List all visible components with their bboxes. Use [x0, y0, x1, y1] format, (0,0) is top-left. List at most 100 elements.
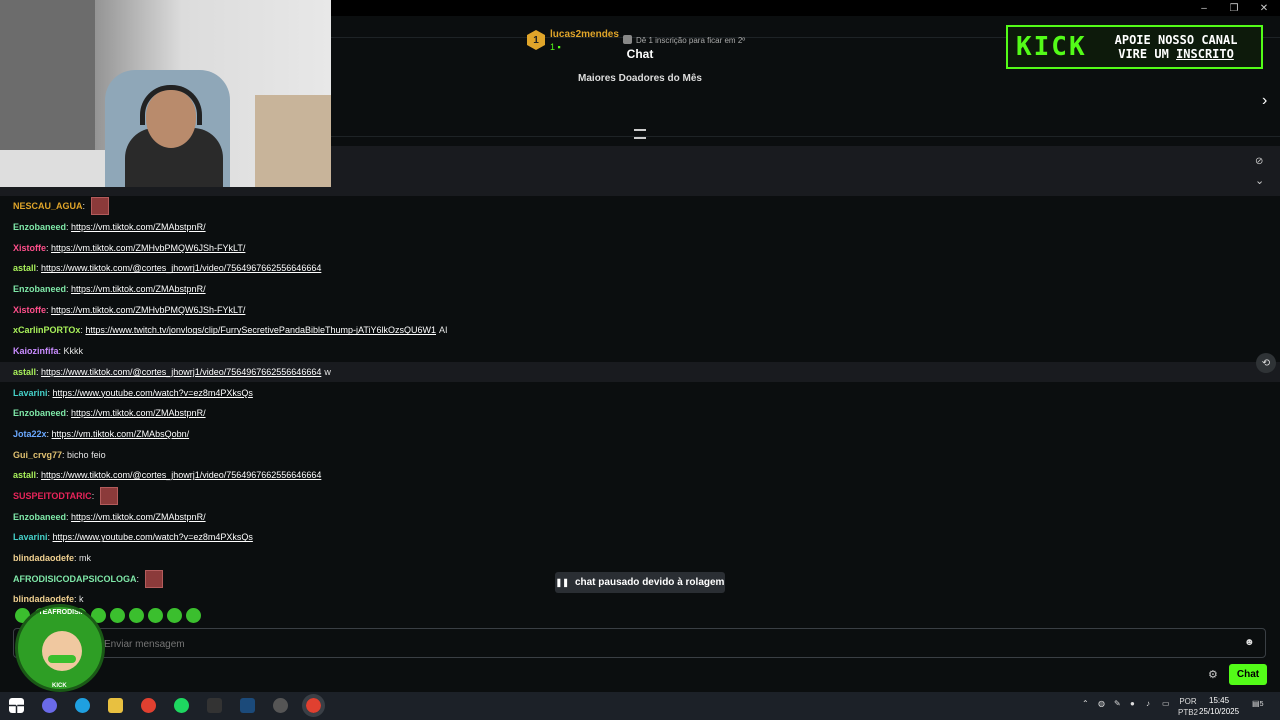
chat-username[interactable]: Gui_crvg77 [13, 450, 62, 460]
mic-icon[interactable]: ● [1130, 699, 1135, 708]
chat-username[interactable]: astall [13, 263, 36, 273]
network-icon[interactable]: ▭ [1162, 699, 1170, 708]
chat-link[interactable]: https://www.youtube.com/watch?v=ez8m4PXk… [53, 388, 253, 398]
chat-link[interactable]: https://vm.tiktok.com/ZMAbstpnR/ [71, 408, 206, 418]
chat-link[interactable]: https://www.youtube.com/watch?v=ez8m4PXk… [53, 532, 253, 542]
chat-username[interactable]: Xistoffe [13, 243, 46, 253]
chat-text: AI [439, 325, 448, 336]
chrome-icon[interactable] [141, 698, 156, 713]
chat-username[interactable]: astall [13, 367, 36, 377]
chat-link[interactable]: https://vm.tiktok.com/ZMAbsQobn/ [52, 429, 190, 439]
copilot-icon[interactable] [42, 698, 57, 713]
chat-message[interactable]: Xistoffe: https://vm.tiktok.com/ZMHvbPMQ… [0, 237, 1280, 258]
chat-message[interactable]: Enzobaneed: https://vm.tiktok.com/ZMAbst… [0, 506, 1280, 527]
chat-messages[interactable]: NESCAU_AGUA: Enzobaneed: https://vm.tikt… [0, 196, 1280, 602]
banner-line2: VIRE UM INSCRITO [1115, 47, 1238, 61]
chat-input[interactable] [104, 636, 1204, 652]
restore-button[interactable]: ❐ [1218, 0, 1250, 16]
chat-username[interactable]: SUSPEITODTARIC [13, 491, 92, 501]
emote-icon[interactable] [148, 608, 163, 623]
emote-icon[interactable] [167, 608, 182, 623]
epic-games-icon[interactable] [207, 698, 222, 713]
chat-link[interactable]: https://www.tiktok.com/@cortes_jhowrj1/v… [41, 367, 321, 377]
chat-username[interactable]: blindadaodefe [13, 553, 74, 563]
chat-message[interactable]: Lavarini: https://www.youtube.com/watch?… [0, 527, 1280, 548]
chat-link[interactable]: https://www.tiktok.com/@cortes_jhowrj1/v… [41, 470, 321, 480]
chat-emote [99, 486, 118, 505]
chat-username[interactable]: Lavarini [13, 388, 48, 398]
chat-message[interactable]: NESCAU_AGUA: [0, 196, 1280, 217]
chat-separator: : [136, 573, 142, 584]
chat-username[interactable]: Enzobaneed [13, 284, 66, 294]
steam-icon[interactable] [240, 698, 255, 713]
donor-name[interactable]: lucas2mendes [550, 29, 619, 40]
chat-username[interactable]: Kaiozinfifa [13, 346, 59, 356]
chat-link[interactable]: https://vm.tiktok.com/ZMAbstpnR/ [71, 512, 206, 522]
edge-icon[interactable] [75, 698, 90, 713]
spotify-icon[interactable] [174, 698, 189, 713]
chat-link[interactable]: https://www.tiktok.com/@cortes_jhowrj1/v… [41, 263, 321, 273]
chat-message[interactable]: astall: https://www.tiktok.com/@cortes_j… [0, 465, 1280, 486]
chat-message[interactable]: Enzobaneed: https://vm.tiktok.com/ZMAbst… [0, 279, 1280, 300]
chat-message[interactable]: Enzobaneed: https://vm.tiktok.com/ZMAbst… [0, 403, 1280, 424]
chat-message[interactable]: Xistoffe: https://vm.tiktok.com/ZMHvbPMQ… [0, 299, 1280, 320]
scroll-to-bottom-icon[interactable]: ⟲ [1256, 353, 1276, 373]
chat-username[interactable]: NESCAU_AGUA [13, 201, 83, 211]
chat-message[interactable]: astall: https://www.tiktok.com/@cortes_j… [0, 258, 1280, 279]
emote-icon[interactable] [110, 608, 125, 623]
clock[interactable]: 15:45 25/10/2025 [1199, 695, 1239, 717]
speaker-icon[interactable]: ♪ [1146, 699, 1150, 708]
donor-hint-text: Dê 1 inscrição para ficar em 2º [636, 36, 746, 45]
chat-username[interactable]: xCarlinPORTOx [13, 325, 80, 335]
chat-link[interactable]: https://vm.tiktok.com/ZMAbstpnR/ [71, 222, 206, 232]
pen-icon[interactable]: ✎ [1114, 699, 1121, 708]
chat-username[interactable]: Xistoffe [13, 305, 46, 315]
chat-username[interactable]: astall [13, 470, 36, 480]
chat-message[interactable]: Gui_crvg77: bicho feio [0, 444, 1280, 465]
emote-icon[interactable] [129, 608, 144, 623]
chat-username[interactable]: Enzobaneed [13, 512, 66, 522]
hide-pinned-icon[interactable]: ⊘ [1255, 156, 1263, 167]
chat-link[interactable]: https://vm.tiktok.com/ZMHvbPMQW6JSh-FYkL… [51, 305, 245, 315]
chat-message[interactable]: Lavarini: https://www.youtube.com/watch?… [0, 382, 1280, 403]
chat-message[interactable]: blindadaodefe: mk [0, 548, 1280, 569]
chrome-active-icon[interactable] [302, 694, 325, 717]
chat-link[interactable]: https://vm.tiktok.com/ZMAbstpnR/ [71, 284, 206, 294]
banner-line2a: VIRE UM [1118, 47, 1169, 61]
chat-message[interactable]: Jota22x: https://vm.tiktok.com/ZMAbsQobn… [0, 424, 1280, 445]
banner-line1: APOIE NOSSO CANAL [1114, 33, 1238, 47]
chat-link[interactable]: https://www.twitch.tv/jonvlogs/clip/Furr… [85, 325, 436, 335]
notification-icon[interactable]: ▤5 [1252, 699, 1263, 708]
emote-icon[interactable] [186, 608, 201, 623]
chat-message[interactable]: SUSPEITODTARIC: [0, 486, 1280, 507]
chevron-right-icon[interactable]: › [1262, 92, 1267, 110]
chat-message[interactable]: Kaiozinfifa: Kkkk [0, 341, 1280, 362]
mascot-face [42, 631, 82, 671]
minimize-button[interactable]: – [1188, 0, 1220, 16]
close-button[interactable]: ✕ [1248, 0, 1280, 16]
gear-icon[interactable]: ⚙ [1208, 668, 1218, 681]
tray-expand-icon[interactable]: ⌃ [1082, 699, 1089, 708]
chat-message[interactable]: Enzobaneed: https://vm.tiktok.com/ZMAbst… [0, 217, 1280, 238]
language-indicator[interactable]: POR PTB2 [1178, 696, 1198, 718]
file-explorer-icon[interactable] [108, 698, 123, 713]
obs-icon[interactable] [273, 698, 288, 713]
chat-username[interactable]: Jota22x [13, 429, 47, 439]
chat-username[interactable]: Enzobaneed [13, 408, 66, 418]
chat-username[interactable]: blindadaodefe [13, 594, 74, 602]
lang-line2: PTB2 [1178, 708, 1199, 717]
chevron-down-icon[interactable]: ⌄ [1255, 174, 1264, 187]
chat-username[interactable]: Lavarini [13, 532, 48, 542]
chat-username[interactable]: Enzobaneed [13, 222, 66, 232]
chat-message[interactable]: astall: https://www.tiktok.com/@cortes_j… [0, 361, 1280, 383]
send-chat-button[interactable]: Chat [1229, 664, 1267, 685]
chat-input-box[interactable] [13, 628, 1266, 658]
chat-message[interactable]: xCarlinPORTOx: https://www.twitch.tv/jon… [0, 320, 1280, 341]
chat-link[interactable]: https://vm.tiktok.com/ZMHvbPMQW6JSh-FYkL… [51, 243, 245, 253]
collapse-icon[interactable] [634, 129, 646, 139]
discord-icon[interactable]: ◍ [1098, 699, 1105, 708]
mascot-mustache [48, 655, 76, 663]
chat-username[interactable]: AFRODISICODAPSICOLOGA [13, 574, 137, 584]
chat-paused-notice[interactable]: ❚❚ chat pausado devido à rolagem [555, 572, 725, 593]
emoji-picker-icon[interactable]: ☻ [1244, 637, 1255, 648]
